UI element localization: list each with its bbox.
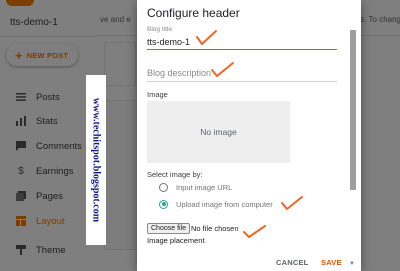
save-button[interactable]: SAVE [321,258,342,267]
no-image-text: No image [200,127,237,137]
configure-header-dialog: Configure header Blog title tts-demo-1 B… [137,0,361,271]
radio-button[interactable] [159,182,168,192]
select-image-label: Select image by: [147,170,203,179]
watermark-text: www.techitspot.blogspot.com [90,97,102,223]
radio-input-image-url[interactable]: Input image URL [159,181,232,193]
image-preview: No image [147,101,290,163]
radio-button-checked[interactable] [159,199,168,209]
no-file-chosen-text: No file chosen [191,224,239,233]
dialog-title: Configure header [147,6,240,20]
blog-title-input[interactable]: tts-demo-1 [147,37,190,47]
blog-description-input[interactable]: Blog description [147,68,211,78]
image-label: Image [147,90,168,99]
blog-title-label: Blog title [147,26,172,33]
scroll-down-arrow-icon[interactable]: ▼ [349,261,355,267]
radio-label: Upload image from computer [176,199,273,209]
radio-label: Input image URL [176,182,233,192]
blog-title-underline [147,49,337,50]
cancel-button[interactable]: CANCEL [276,258,308,267]
blog-description-underline [147,81,337,82]
image-placement-label: Image placement [147,236,205,245]
choose-file-button[interactable]: Choose file [147,223,191,234]
radio-upload-image[interactable]: Upload image from computer [159,198,273,210]
scrollbar-thumb[interactable] [350,30,356,190]
watermark: www.techitspot.blogspot.com [86,75,106,245]
